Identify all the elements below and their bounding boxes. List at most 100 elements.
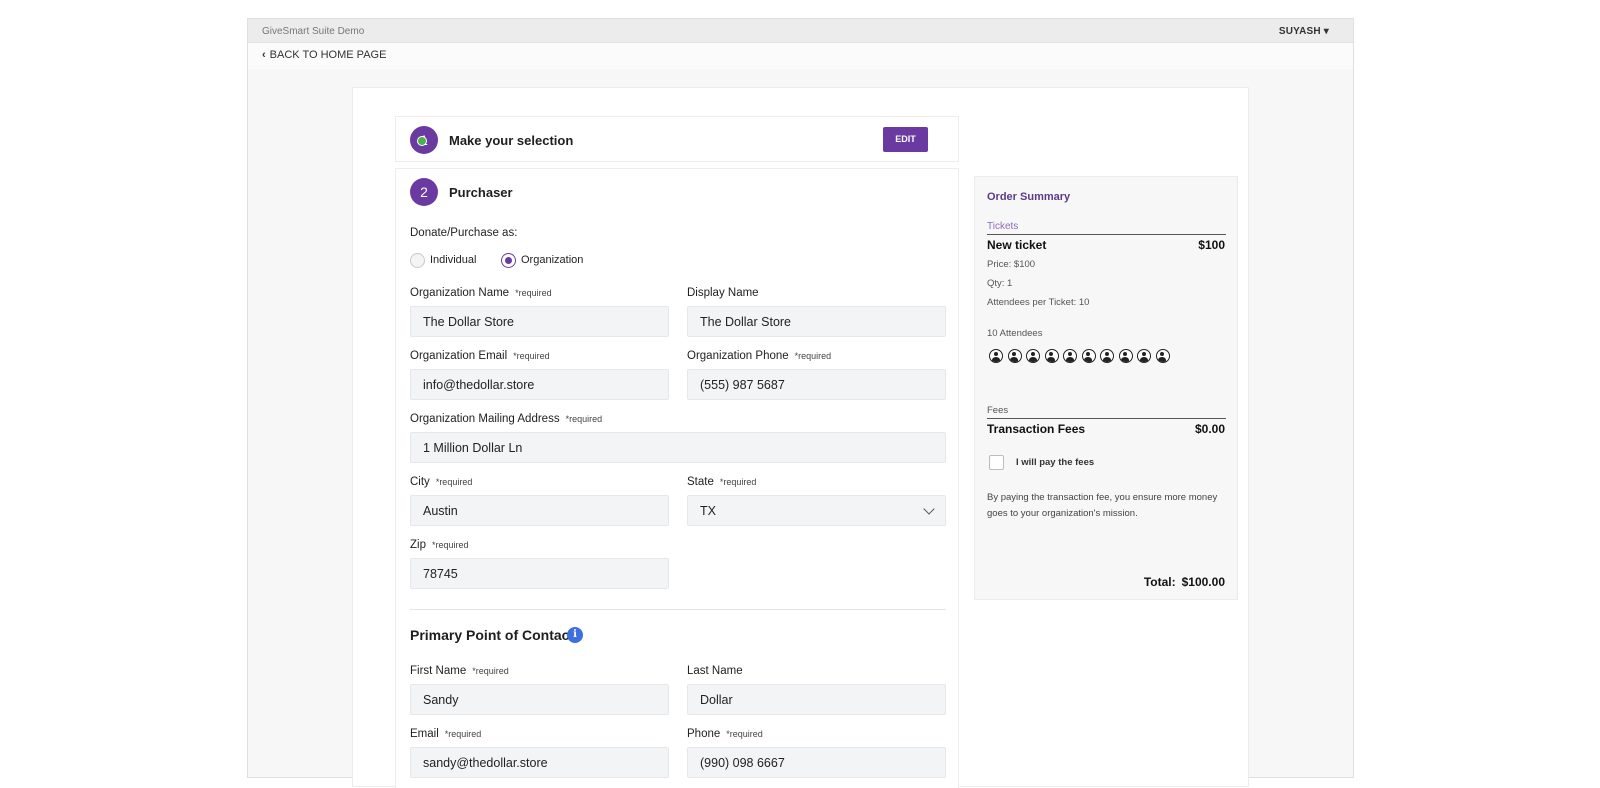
- display-name-input[interactable]: The Dollar Store: [687, 306, 946, 337]
- ticket-amount: $100: [1198, 238, 1225, 252]
- fee-note: By paying the transaction fee, you ensur…: [987, 492, 1218, 519]
- total-label: Total:: [1143, 575, 1176, 589]
- person-icon: [1007, 349, 1022, 363]
- required-tag: *required: [472, 666, 509, 676]
- label-text: Organization Email: [410, 350, 508, 362]
- state-value: TX: [700, 504, 716, 518]
- attendees-label: 10 Attendees: [987, 328, 1043, 339]
- ticket-price: Price: $100: [987, 259, 1036, 270]
- phone-input[interactable]: (990) 098 6667: [687, 747, 946, 778]
- info-icon[interactable]: i: [567, 627, 583, 643]
- person-icon: [1100, 349, 1114, 363]
- label-text: Organization Phone: [687, 350, 789, 362]
- fee-amount: $0.00: [1194, 422, 1225, 436]
- chevron-left-icon: ‹: [262, 49, 266, 61]
- top-bar: GiveSmart Suite Demo SUYASH ▾: [248, 19, 1353, 43]
- fee-name: Transaction Fees: [987, 422, 1086, 436]
- chevron-down-icon: [923, 503, 935, 515]
- first-name-label: First Name *required: [410, 665, 509, 677]
- section-divider: [410, 609, 946, 610]
- org-email-input[interactable]: info@thedollar.store: [410, 369, 669, 400]
- display-name-label: Display Name: [687, 287, 759, 299]
- required-tag: *required: [515, 288, 552, 298]
- step-purchaser: 2 Purchaser Donate/Purchase as: Individu…: [395, 168, 959, 788]
- radio-dot: [410, 253, 425, 268]
- step-make-selection: 1 Make your selection EDIT: [395, 116, 959, 162]
- person-icon: [1044, 349, 1059, 363]
- label-text: Email: [410, 728, 439, 740]
- person-icon: [1118, 349, 1133, 363]
- ticket-name: New ticket: [987, 238, 1047, 252]
- phone-label: Phone *required: [687, 728, 763, 740]
- divider: [987, 418, 1226, 419]
- org-email-label: Organization Email *required: [410, 350, 550, 362]
- tickets-label: Tickets: [987, 221, 1019, 232]
- zip-input[interactable]: 78745: [410, 558, 669, 589]
- person-icon: [1081, 349, 1096, 363]
- last-name-input[interactable]: Dollar: [687, 684, 946, 715]
- attendee-icons: [989, 349, 1170, 363]
- total-amount: $100.00: [1181, 575, 1225, 589]
- required-tag: *required: [513, 351, 550, 361]
- back-bar: ‹ BACK TO HOME PAGE: [248, 43, 1353, 69]
- org-phone-input[interactable]: (555) 987 5687: [687, 369, 946, 400]
- required-tag: *required: [444, 729, 482, 739]
- org-name-label: Organization Name *required: [410, 287, 552, 299]
- org-name-input[interactable]: The Dollar Store: [410, 306, 669, 337]
- back-to-home-link[interactable]: ‹ BACK TO HOME PAGE: [262, 49, 386, 61]
- state-select[interactable]: TX: [687, 495, 946, 526]
- last-name-label: Last Name: [687, 665, 743, 677]
- order-total: Total: $100.00: [1144, 575, 1225, 589]
- address-label: Organization Mailing Address *required: [410, 413, 602, 425]
- required-tag: *required: [726, 729, 763, 739]
- checkout-card: 1 Make your selection EDIT 2 Purchaser D…: [352, 87, 1249, 788]
- city-label: City *required: [410, 476, 472, 488]
- back-link-label: BACK TO HOME PAGE: [269, 49, 387, 61]
- pay-fees-checkbox[interactable]: [989, 455, 1004, 470]
- person-icon: [1063, 349, 1077, 363]
- app-window: GiveSmart Suite Demo SUYASH ▾ ‹ BACK TO H…: [247, 18, 1354, 788]
- required-tag: *required: [431, 540, 469, 550]
- city-input[interactable]: Austin: [410, 495, 669, 526]
- org-phone-label: Organization Phone *required: [687, 350, 831, 362]
- label-text: Zip: [410, 539, 426, 551]
- step-number: 2: [410, 178, 438, 206]
- check-icon: [417, 136, 427, 146]
- person-icon: [989, 349, 1003, 363]
- state-label: State *required: [687, 476, 756, 488]
- email-label: Email *required: [410, 728, 481, 740]
- first-name-input[interactable]: Sandy: [410, 684, 669, 715]
- step-title: Purchaser: [449, 185, 513, 200]
- person-icon: [1026, 349, 1040, 363]
- step-title: Make your selection: [449, 133, 574, 148]
- zip-label: Zip *required: [410, 539, 469, 551]
- person-icon: [1155, 349, 1170, 363]
- address-input[interactable]: 1 Million Dollar Ln: [410, 432, 946, 463]
- user-menu[interactable]: SUYASH ▾: [1279, 26, 1329, 37]
- ticket-qty: Qty: 1: [987, 278, 1013, 289]
- label-text: Organization Name: [410, 287, 510, 299]
- attendees-per-ticket: Attendees per Ticket: 10: [987, 297, 1090, 308]
- label-text: City: [410, 476, 430, 488]
- order-summary: Order Summary Tickets New ticket $100 Pr…: [974, 176, 1238, 600]
- label-text: Phone: [687, 728, 721, 740]
- order-summary-title: Order Summary: [987, 191, 1071, 203]
- required-tag: *required: [565, 414, 603, 424]
- contact-section-title: Primary Point of Contact: [410, 627, 575, 643]
- required-tag: *required: [719, 477, 757, 487]
- fees-label: Fees: [987, 405, 1009, 416]
- radio-dot-selected: [501, 253, 516, 268]
- label-text: Organization Mailing Address: [410, 413, 560, 425]
- label-text: State: [687, 476, 714, 488]
- email-input[interactable]: sandy@thedollar.store: [410, 747, 669, 778]
- app-title: GiveSmart Suite Demo: [262, 26, 365, 37]
- divider: [987, 234, 1226, 235]
- purchase-as-label: Donate/Purchase as:: [410, 227, 518, 239]
- required-tag: *required: [435, 477, 473, 487]
- radio-label: Organization: [521, 254, 584, 266]
- radio-label: Individual: [430, 254, 477, 266]
- pay-fees-label: I will pay the fees: [1016, 457, 1095, 468]
- required-tag: *required: [794, 351, 832, 361]
- label-text: First Name: [410, 665, 467, 677]
- edit-button[interactable]: EDIT: [883, 127, 928, 152]
